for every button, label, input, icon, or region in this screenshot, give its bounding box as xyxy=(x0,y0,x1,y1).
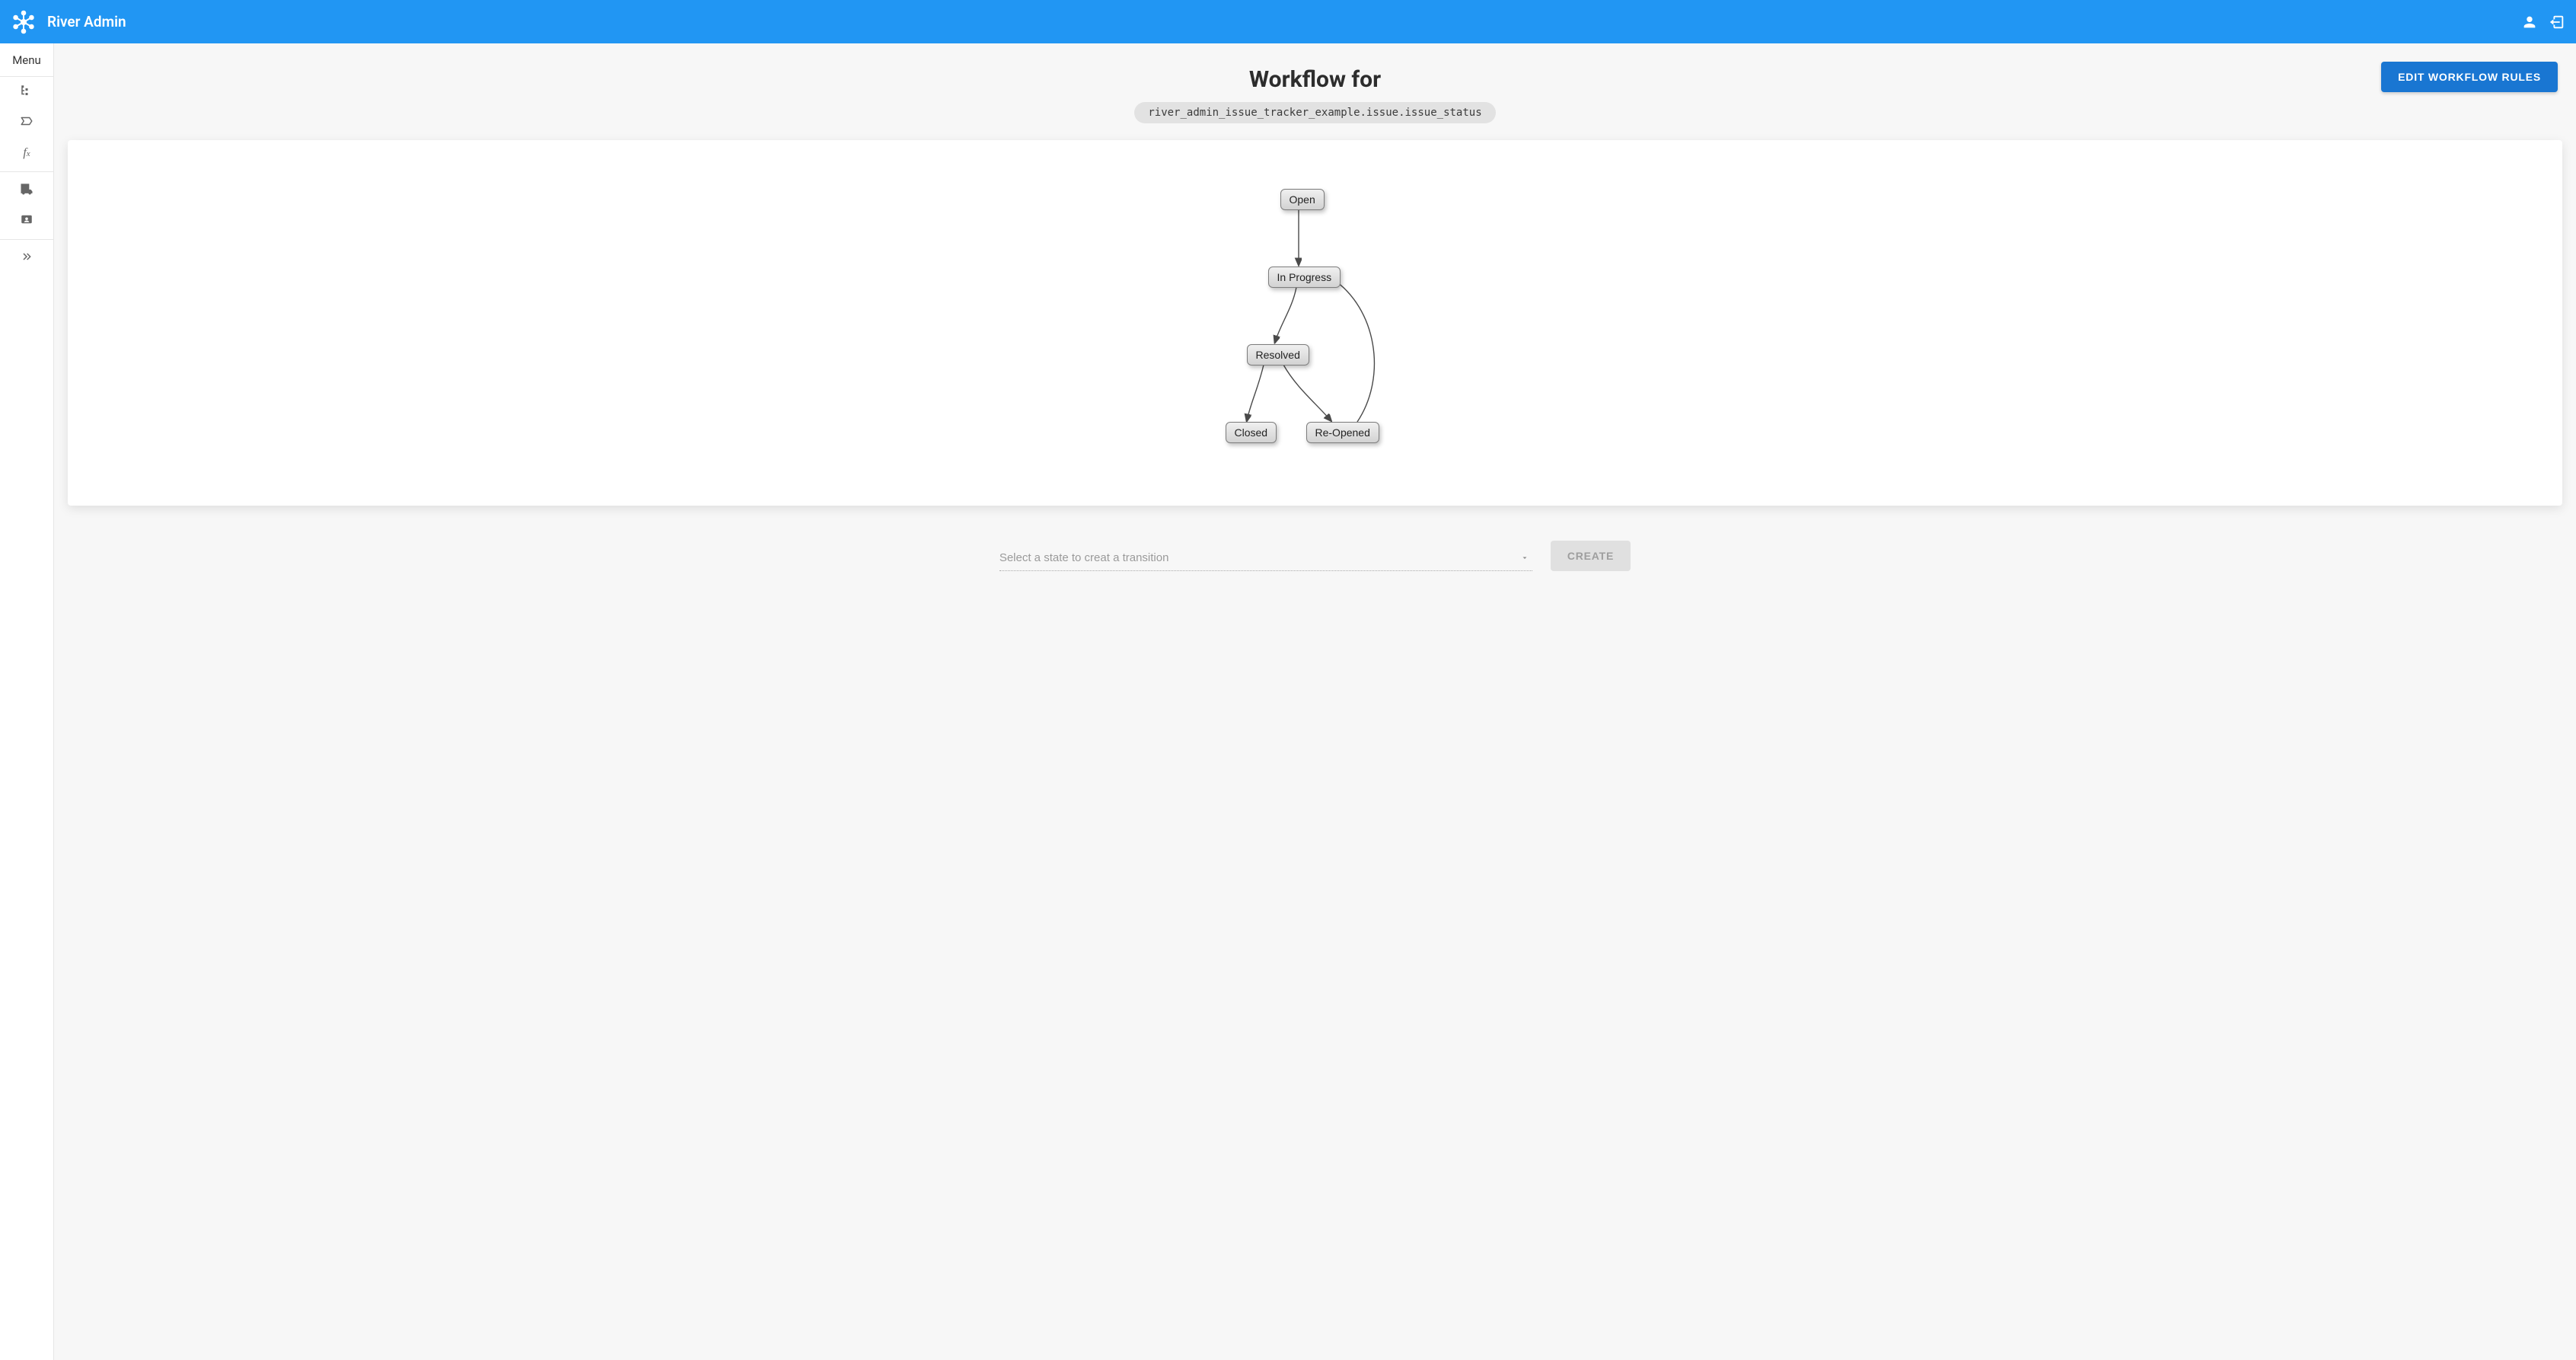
workflow-node-closed[interactable]: Closed xyxy=(1226,422,1277,443)
chevrons-right-icon xyxy=(21,251,33,266)
sidebar-item-states[interactable] xyxy=(0,107,53,138)
topbar: River Admin xyxy=(0,0,2576,43)
workflow-node-in-progress[interactable]: In Progress xyxy=(1268,267,1341,288)
sidebar-expand[interactable] xyxy=(0,243,53,273)
edit-workflow-rules-button[interactable]: EDIT WORKFLOW RULES xyxy=(2381,62,2558,92)
logout-icon[interactable] xyxy=(2549,14,2565,30)
account-icon[interactable] xyxy=(2521,14,2538,30)
sidebar-menu-label: Menu xyxy=(0,43,53,77)
sidebar-item-workflows[interactable] xyxy=(0,77,53,107)
main-content: Workflow for EDIT WORKFLOW RULES river_a… xyxy=(54,43,2576,1360)
app-logo-icon xyxy=(11,9,37,35)
sidebar: Menu fx xyxy=(0,43,54,1360)
workflow-node-reopened[interactable]: Re-Opened xyxy=(1306,422,1379,443)
tag-icon xyxy=(20,114,33,131)
sidebar-item-shipping[interactable] xyxy=(0,175,53,206)
workflow-graph[interactable]: Open In Progress Resolved Closed Re-Open… xyxy=(1216,186,1414,460)
truck-icon xyxy=(19,181,34,200)
app-title: River Admin xyxy=(47,13,126,30)
state-select-input[interactable] xyxy=(999,545,1532,571)
function-icon: fx xyxy=(23,146,30,160)
sidebar-divider-2 xyxy=(0,239,53,240)
sidebar-divider xyxy=(0,171,53,172)
create-transition-form: CREATE xyxy=(68,541,2562,571)
sidebar-item-functions[interactable]: fx xyxy=(0,138,53,168)
sidebar-item-users[interactable] xyxy=(0,206,53,236)
state-select[interactable] xyxy=(999,545,1532,571)
workflow-identifier-chip: river_admin_issue_tracker_example.issue.… xyxy=(1134,102,1495,123)
tree-icon xyxy=(20,84,33,101)
workflow-node-open[interactable]: Open xyxy=(1280,189,1325,210)
workflow-node-resolved[interactable]: Resolved xyxy=(1247,344,1309,366)
user-card-icon xyxy=(20,212,33,229)
workflow-canvas: Open In Progress Resolved Closed Re-Open… xyxy=(68,140,2562,506)
brand[interactable]: River Admin xyxy=(11,9,126,35)
page-title: Workflow for xyxy=(1249,66,1381,93)
create-button[interactable]: CREATE xyxy=(1551,541,1631,571)
